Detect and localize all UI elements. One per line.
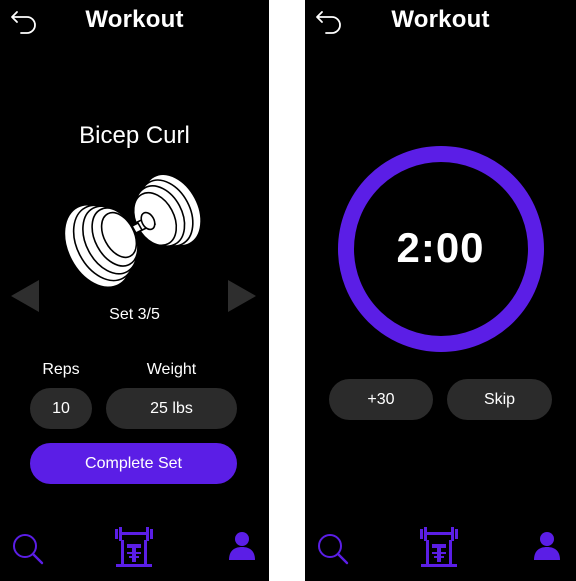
skip-rest-button[interactable]: Skip <box>447 379 552 420</box>
nav-profile-tab[interactable] <box>533 531 561 561</box>
dumbbell-icon <box>63 173 202 289</box>
add-30-seconds-button[interactable]: +30 <box>329 379 433 420</box>
nav-search-tab[interactable] <box>317 533 349 565</box>
rest-timer: 2:00 <box>396 224 485 271</box>
nav-search-tab[interactable] <box>12 533 44 565</box>
set-progress-label: Set 3/5 <box>109 306 160 323</box>
complete-set-button[interactable]: Complete Set <box>30 443 237 484</box>
page-title: Workout <box>391 6 490 33</box>
nav-profile-tab[interactable] <box>228 531 256 561</box>
weight-label: Weight <box>146 361 197 378</box>
workout-bench-icon <box>115 527 153 567</box>
profile-icon <box>229 532 255 560</box>
workout-screen-exercise: Workout Bicep Curl Set 3/5 Reps Weight 1… <box>0 0 269 581</box>
page-title: Workout <box>85 6 184 33</box>
search-icon <box>318 534 349 565</box>
nav-workout-tab[interactable] <box>417 526 461 568</box>
reps-label: Reps <box>42 361 80 378</box>
nav-workout-tab[interactable] <box>112 526 156 568</box>
workout-bench-icon <box>420 527 458 567</box>
weight-field[interactable]: 25 lbs <box>106 388 237 429</box>
search-icon <box>13 534 44 565</box>
exercise-name: Bicep Curl <box>79 122 190 149</box>
reps-field[interactable]: 10 <box>30 388 92 429</box>
profile-icon <box>534 532 560 560</box>
workout-screen-rest-timer: Workout 2:00 +30 Skip <box>305 0 576 581</box>
